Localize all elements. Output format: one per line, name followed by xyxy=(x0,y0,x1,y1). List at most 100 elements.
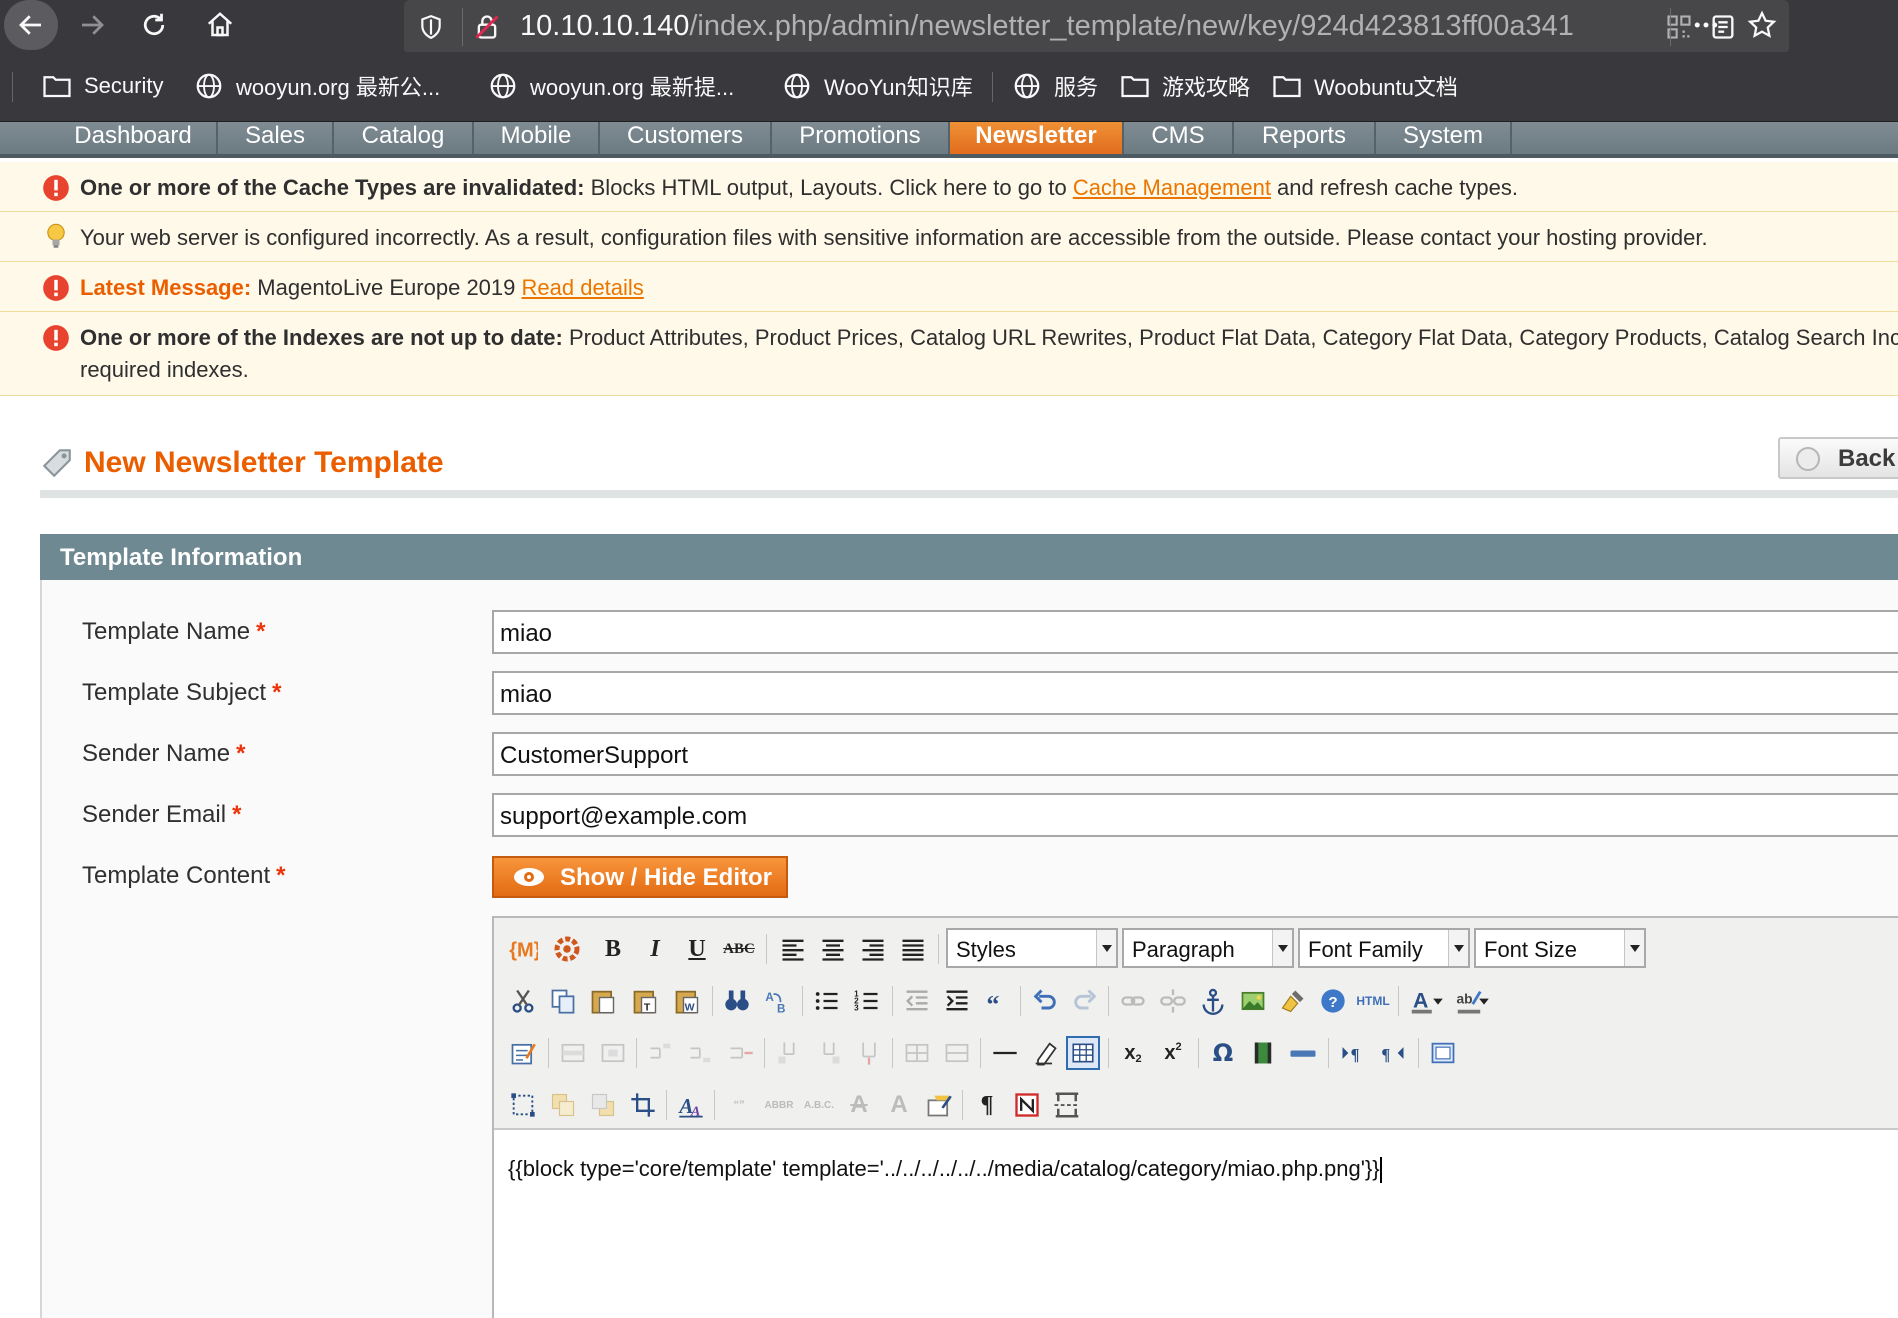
paste-text-icon[interactable]: T xyxy=(628,984,662,1018)
insert-image-icon[interactable] xyxy=(1236,984,1270,1018)
template-icon[interactable] xyxy=(1050,1088,1084,1122)
insert-media-icon[interactable] xyxy=(1246,1036,1280,1070)
anchor-icon[interactable] xyxy=(1196,984,1230,1018)
align-right-icon[interactable] xyxy=(856,932,890,966)
deletion-icon[interactable]: A xyxy=(842,1088,876,1122)
delete-row-icon[interactable] xyxy=(724,1036,758,1070)
delete-col-icon[interactable] xyxy=(852,1036,886,1070)
special-char-icon[interactable]: Ω xyxy=(1206,1036,1240,1070)
remove-format-icon[interactable] xyxy=(1028,1036,1062,1070)
horizontal-rule-icon[interactable] xyxy=(988,1036,1022,1070)
bookmark-games[interactable]: 游戏攻略 xyxy=(1120,66,1250,106)
indent-icon[interactable] xyxy=(940,984,974,1018)
paste-word-icon[interactable]: W xyxy=(670,984,704,1018)
insert-col-after-icon[interactable] xyxy=(812,1036,846,1070)
template-name-input[interactable]: miao xyxy=(492,610,1898,654)
strikethrough-icon[interactable]: ABC xyxy=(722,932,756,966)
visual-aid-icon[interactable] xyxy=(1066,1036,1100,1070)
bookmark-star-button[interactable] xyxy=(1736,0,1788,50)
font-size-select[interactable]: Font Size xyxy=(1474,928,1646,968)
insert-layer-icon[interactable] xyxy=(506,1088,540,1122)
underline-icon[interactable]: U xyxy=(680,932,714,966)
link-icon[interactable] xyxy=(1116,984,1150,1018)
copy-icon[interactable] xyxy=(546,984,580,1018)
superscript-icon[interactable]: x2 xyxy=(1156,1036,1190,1070)
cell-props-icon[interactable] xyxy=(596,1036,630,1070)
html-source-icon[interactable]: HTML xyxy=(1356,984,1390,1018)
paste-icon[interactable] xyxy=(586,984,620,1018)
insertion-icon[interactable]: A xyxy=(882,1088,916,1122)
merge-cells-icon[interactable] xyxy=(940,1036,974,1070)
attributes-icon[interactable] xyxy=(922,1088,956,1122)
numbered-list-icon[interactable]: 123 xyxy=(850,984,884,1018)
insert-variable-icon[interactable]: {M} xyxy=(506,932,540,966)
undo-icon[interactable] xyxy=(1028,984,1062,1018)
style-props-icon[interactable]: AA xyxy=(674,1088,708,1122)
bookmark-security[interactable]: Security xyxy=(42,66,163,106)
styles-select[interactable]: Styles xyxy=(946,928,1118,968)
url-text[interactable]: 10.10.10.140/index.php/admin/newsletter_… xyxy=(520,10,1660,43)
outdent-icon[interactable] xyxy=(900,984,934,1018)
find-icon[interactable] xyxy=(720,984,754,1018)
cut-icon[interactable] xyxy=(506,984,540,1018)
bookmark-wooyun-1[interactable]: wooyun.org 最新公... xyxy=(194,66,440,106)
nav-sales[interactable]: Sales xyxy=(218,122,334,154)
highlight-color-dropdown-icon[interactable] xyxy=(1476,984,1492,1018)
editor-content[interactable]: {{block type='core/template' template='.… xyxy=(508,1156,1382,1184)
browser-home-button[interactable] xyxy=(194,0,246,50)
edit-table-icon[interactable] xyxy=(506,1036,540,1070)
nonbreaking-space-icon[interactable] xyxy=(1010,1088,1044,1122)
template-subject-input[interactable]: miao xyxy=(492,671,1898,715)
page-break-icon[interactable] xyxy=(1286,1036,1320,1070)
abbr-icon[interactable]: ABBR xyxy=(762,1088,796,1122)
insert-row-before-icon[interactable] xyxy=(644,1036,678,1070)
page-actions-button[interactable] xyxy=(1680,0,1732,50)
bookmark-woobuntu[interactable]: Woobuntu文档 xyxy=(1272,66,1458,106)
read-details-link[interactable]: Read details xyxy=(522,275,644,300)
nav-promotions[interactable]: Promotions xyxy=(772,122,950,154)
blockquote-icon[interactable]: “ xyxy=(980,984,1014,1018)
font-family-select[interactable]: Font Family xyxy=(1298,928,1470,968)
row-props-icon[interactable] xyxy=(556,1036,590,1070)
cleanup-icon[interactable] xyxy=(1276,984,1310,1018)
sender-name-input[interactable]: CustomerSupport xyxy=(492,732,1898,776)
bookmark-wooyun-2[interactable]: wooyun.org 最新提... xyxy=(488,66,734,106)
bullet-list-icon[interactable] xyxy=(810,984,844,1018)
move-forward-icon[interactable] xyxy=(546,1088,580,1122)
cache-management-link[interactable]: Cache Management xyxy=(1073,175,1271,200)
show-hide-editor-button[interactable]: Show / Hide Editor xyxy=(492,856,788,898)
align-left-icon[interactable] xyxy=(776,932,810,966)
align-center-icon[interactable] xyxy=(816,932,850,966)
cite-icon[interactable]: “” xyxy=(722,1088,756,1122)
move-backward-icon[interactable] xyxy=(586,1088,620,1122)
subscript-icon[interactable]: x2 xyxy=(1116,1036,1150,1070)
format-select[interactable]: Paragraph xyxy=(1122,928,1294,968)
nav-dashboard[interactable]: Dashboard xyxy=(50,122,218,154)
bookmark-wooyun-kb[interactable]: WooYun知识库 xyxy=(782,66,973,106)
browser-back-button[interactable] xyxy=(4,0,58,50)
insert-col-before-icon[interactable] xyxy=(772,1036,806,1070)
browser-forward-button[interactable] xyxy=(66,0,118,50)
redo-icon[interactable] xyxy=(1068,984,1102,1018)
nav-catalog[interactable]: Catalog xyxy=(334,122,474,154)
sender-email-input[interactable]: support@example.com xyxy=(492,793,1898,837)
replace-icon[interactable]: AB xyxy=(760,984,794,1018)
acronym-icon[interactable]: A.B.C. xyxy=(802,1088,836,1122)
nav-customers[interactable]: Customers xyxy=(600,122,772,154)
url-bar[interactable]: 10.10.10.140/index.php/admin/newsletter_… xyxy=(404,0,1789,54)
insert-widget-icon[interactable] xyxy=(550,932,584,966)
fullscreen-icon[interactable] xyxy=(1426,1036,1460,1070)
italic-icon[interactable]: I xyxy=(638,932,672,966)
insert-row-after-icon[interactable] xyxy=(684,1036,718,1070)
nav-newsletter[interactable]: Newsletter xyxy=(950,122,1124,154)
nav-cms[interactable]: CMS xyxy=(1124,122,1234,154)
show-blocks-icon[interactable]: ¶ xyxy=(970,1088,1004,1122)
bold-icon[interactable]: B xyxy=(596,932,630,966)
ltr-icon[interactable]: ¶ xyxy=(1336,1036,1370,1070)
help-icon[interactable]: ? xyxy=(1316,984,1350,1018)
unlink-icon[interactable] xyxy=(1156,984,1190,1018)
nav-system[interactable]: System xyxy=(1376,122,1512,154)
split-cells-icon[interactable] xyxy=(900,1036,934,1070)
font-color-dropdown-icon[interactable] xyxy=(1430,984,1446,1018)
shield-icon[interactable] xyxy=(414,10,448,44)
